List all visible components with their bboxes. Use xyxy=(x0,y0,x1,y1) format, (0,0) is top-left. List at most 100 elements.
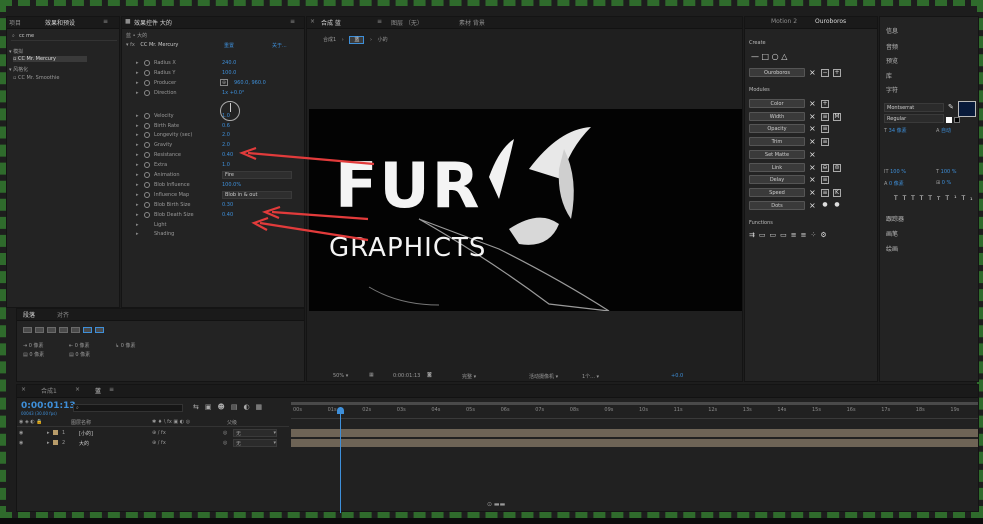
property-value[interactable]: Fire xyxy=(222,171,292,179)
tab-layer[interactable]: 图层 （无） xyxy=(391,18,423,27)
property-value[interactable]: 0.40 xyxy=(222,152,233,158)
paragraph-align-icon[interactable] xyxy=(83,327,92,333)
expand-icon[interactable]: ▸ xyxy=(136,70,139,76)
stopwatch-icon[interactable] xyxy=(144,79,150,86)
minus-icon[interactable]: − xyxy=(821,69,829,77)
expand-icon[interactable]: ▸ xyxy=(136,152,139,158)
effect-property-row[interactable]: ▸ Extra 1.0 xyxy=(122,161,304,171)
allcaps-button[interactable]: TT xyxy=(911,195,928,202)
tab-effect-controls[interactable]: 效果控件 大的 xyxy=(134,18,172,27)
panel-item[interactable]: 信息 xyxy=(886,26,898,35)
triangle-shape-icon[interactable]: △ xyxy=(781,52,787,61)
paragraph-align-icon[interactable] xyxy=(23,327,32,333)
property-value[interactable]: 2.0 xyxy=(222,142,230,148)
effect-property-row[interactable]: ▸ Blob Birth Size 0.30 xyxy=(122,201,304,211)
space-before[interactable]: ▤ 0 像素 xyxy=(23,351,44,358)
remove-module-icon[interactable]: × xyxy=(809,112,816,121)
vertical-scale-field[interactable]: IT 100 % xyxy=(884,169,906,175)
K-icon[interactable]: K xyxy=(833,188,841,197)
layer-bar-small[interactable] xyxy=(291,429,978,437)
leading-field[interactable]: A 自动 xyxy=(936,127,951,134)
crumb-blue[interactable]: 蓝 xyxy=(349,36,365,44)
quality-select[interactable]: 完整 ▾ xyxy=(462,373,476,380)
remove-module-icon[interactable]: × xyxy=(809,100,816,108)
menu-icon[interactable]: ≡ xyxy=(290,18,295,25)
timecode-display[interactable]: 0:00:01:13 xyxy=(393,373,420,379)
indent-first[interactable]: ↳ 0 像素 xyxy=(115,342,136,349)
playhead[interactable] xyxy=(340,407,341,513)
active-camera-select[interactable]: 活动摄像机 ▾ xyxy=(529,373,558,380)
module-link-button[interactable]: Link xyxy=(749,162,805,172)
expand-icon[interactable]: ▸ xyxy=(136,132,139,138)
module-width-button[interactable]: Width xyxy=(749,111,805,121)
module-color-button[interactable]: Color xyxy=(749,99,805,108)
font-size-field[interactable]: T 34 像素 xyxy=(884,127,907,134)
expand-icon[interactable]: ▸ xyxy=(136,202,139,208)
font-family-select[interactable]: Montserrat xyxy=(884,103,944,112)
list-icon[interactable]: ≡ xyxy=(821,188,829,197)
effect-property-row[interactable]: ▸ Animation Fire xyxy=(122,171,304,181)
space-after[interactable]: ▤ 0 像素 xyxy=(69,351,90,358)
eyedropper-icon[interactable]: ✎ xyxy=(948,103,954,111)
property-value[interactable]: 0.6 xyxy=(222,123,230,129)
list-icon[interactable]: ≡ xyxy=(821,112,829,121)
indent-left[interactable]: ⇥ 0 像素 xyxy=(23,342,44,349)
function-icon[interactable]: ▭ xyxy=(770,231,781,239)
layer-switches[interactable]: ⊕ / fx xyxy=(152,440,166,446)
panel-item[interactable]: 画笔 xyxy=(886,229,898,238)
superscript-button[interactable]: T¹ xyxy=(945,195,961,202)
function-icon[interactable]: ▭ xyxy=(780,231,791,239)
label-color[interactable] xyxy=(53,430,58,435)
stopwatch-icon[interactable] xyxy=(144,112,150,119)
views-select[interactable]: 1个... ▾ xyxy=(582,373,599,380)
stopwatch-icon[interactable] xyxy=(144,181,150,188)
module-opacity-button[interactable]: Opacity xyxy=(749,124,805,134)
stopwatch-icon[interactable] xyxy=(144,132,150,139)
effect-property-row[interactable]: ▸ Velocity 1.0 xyxy=(122,112,304,122)
tab-composition[interactable]: 合成 蓝 xyxy=(321,18,341,27)
function-icon[interactable]: ⁘ xyxy=(811,231,821,239)
effect-property-row[interactable]: ▸ Light xyxy=(122,221,304,231)
expand-icon[interactable]: ▸ xyxy=(136,231,139,237)
property-value[interactable]: 100.0 xyxy=(222,70,236,76)
crumb-small[interactable]: 小的 xyxy=(378,37,388,43)
layer-switches[interactable]: ⊕ / fx xyxy=(152,430,166,436)
expand-icon[interactable]: ▸ xyxy=(136,123,139,129)
line-shape-icon[interactable]: — xyxy=(751,52,759,61)
property-value[interactable]: 960.0, 960.0 xyxy=(234,80,266,86)
remove-module-icon[interactable]: × xyxy=(809,163,816,172)
fill-color-swatch[interactable] xyxy=(958,101,976,117)
fx-toggle-icon[interactable]: ▾ fx xyxy=(126,42,135,48)
tree-item-stylize[interactable]: ▾ 风格化 xyxy=(9,66,28,73)
layer-name[interactable]: [小的] xyxy=(79,430,93,437)
reset-link[interactable]: 重置 xyxy=(224,42,234,49)
property-value[interactable]: 1x +0.0° xyxy=(222,90,244,96)
baseline-field[interactable]: A 0 像素 xyxy=(884,180,904,187)
property-value[interactable]: 0.40 xyxy=(222,212,233,218)
effect-property-row[interactable]: ▸ Direction 1x +0.0° xyxy=(122,89,304,99)
plus-icon[interactable]: + xyxy=(833,69,841,77)
exposure-value[interactable]: +0.0 xyxy=(671,373,683,379)
work-area-bar[interactable] xyxy=(291,402,978,405)
remove-module-icon[interactable]: × xyxy=(809,125,816,133)
direction-dial[interactable] xyxy=(220,101,240,121)
circle-icon[interactable]: ● xyxy=(821,201,829,210)
circle-shape-icon[interactable]: ○ xyxy=(772,52,779,61)
tab-align[interactable]: 对齐 xyxy=(57,310,69,319)
property-value[interactable]: 1.0 xyxy=(222,162,230,168)
function-icon[interactable]: ▭ xyxy=(759,231,770,239)
settings-icon[interactable]: ⚙ xyxy=(820,231,830,239)
close-icon[interactable]: × xyxy=(75,386,80,393)
remove-module-icon[interactable]: × xyxy=(809,201,816,210)
italic-button[interactable]: T xyxy=(903,195,912,202)
parent-select[interactable]: 无 ▾ xyxy=(233,429,277,437)
effect-property-row[interactable]: ▸ Radius X 240.0 xyxy=(122,59,304,69)
link-icon[interactable]: ⊖ xyxy=(821,163,829,172)
bold-button[interactable]: T xyxy=(894,195,903,202)
crosshair-icon[interactable]: ⊕ xyxy=(220,78,228,86)
close-icon[interactable]: × xyxy=(21,386,26,393)
M-icon[interactable]: M xyxy=(833,112,841,121)
comp-flowchart-icon[interactable]: ⇆ xyxy=(193,403,205,411)
tab-project[interactable]: 项目 xyxy=(9,18,21,27)
expand-icon[interactable]: ▸ xyxy=(136,113,139,119)
